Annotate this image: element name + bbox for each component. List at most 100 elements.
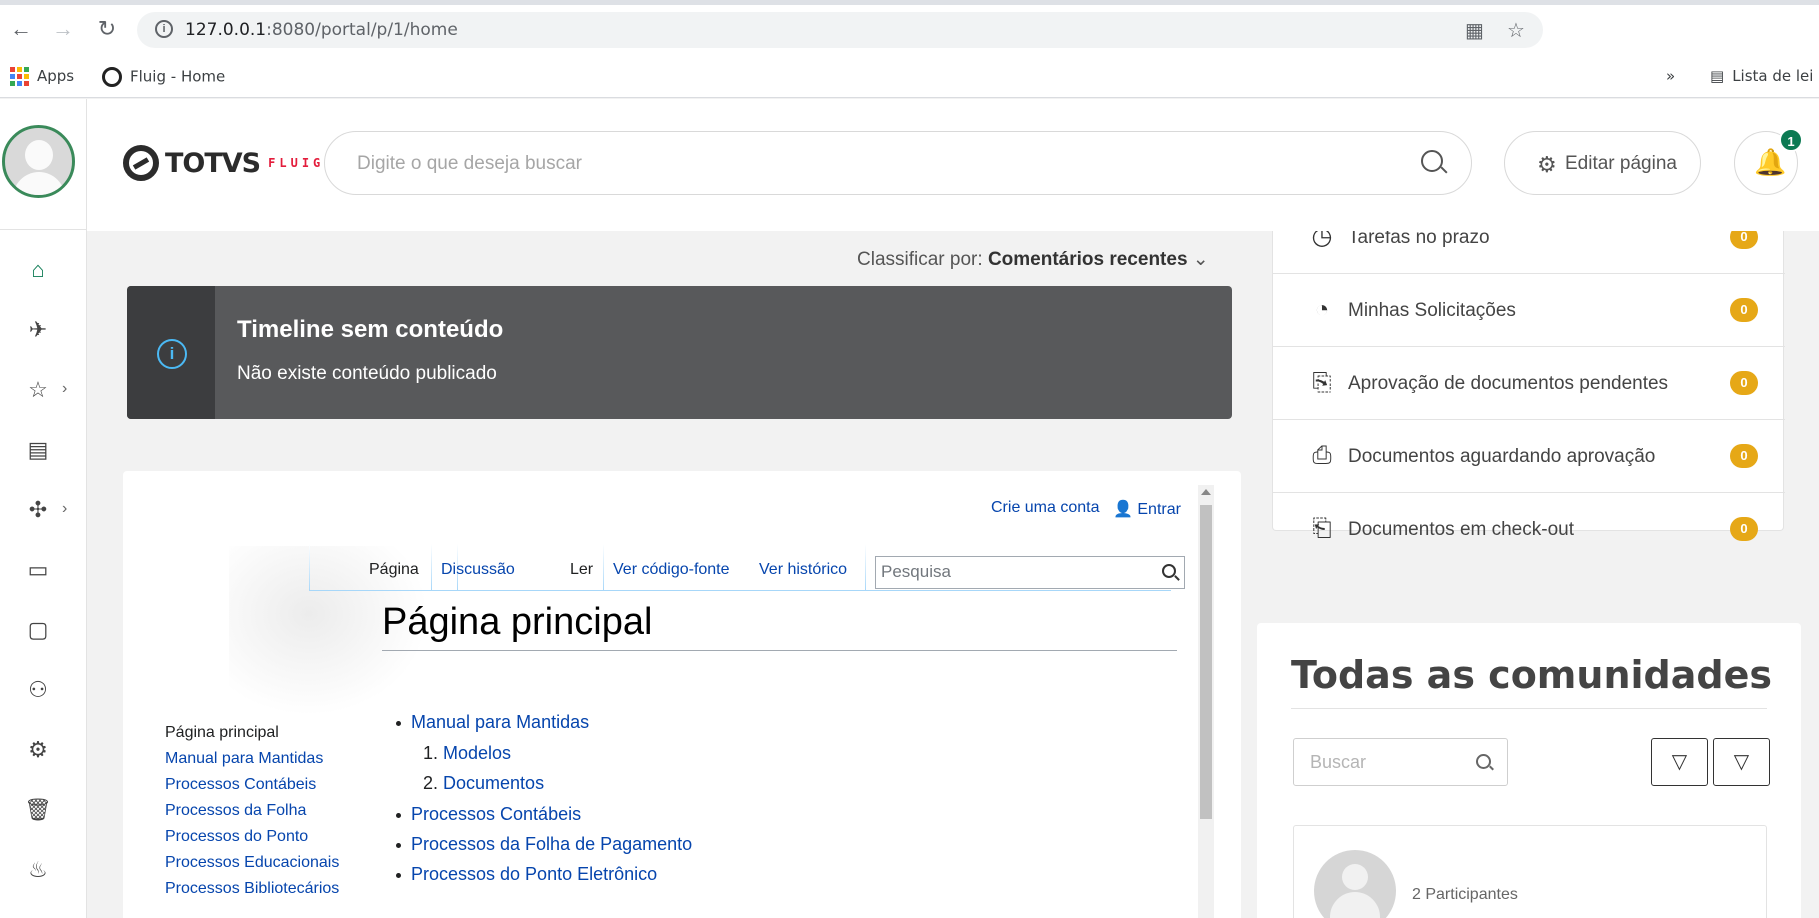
rocket-icon[interactable]: ✈	[24, 316, 52, 344]
back-icon[interactable]: ←	[8, 16, 34, 42]
scroll-up-arrow-icon[interactable]	[1201, 489, 1211, 495]
filter-button[interactable]: ▽	[1651, 738, 1708, 786]
wiki-search-input[interactable]: Pesquisa	[875, 556, 1185, 589]
task-label: Minhas Solicitações	[1348, 300, 1516, 321]
reload-icon[interactable]: ↻	[94, 16, 120, 42]
wiki-list-item[interactable]: Processos da Folha de Pagamento	[396, 834, 692, 855]
trash-icon[interactable]: 🗑	[24, 796, 52, 824]
site-info-icon[interactable]: i	[155, 20, 173, 38]
tab-separator	[431, 544, 432, 591]
forward-icon[interactable]: →	[50, 16, 76, 42]
app-header: TOTVS FLUIG Digite o que deseja buscar ⚙…	[87, 99, 1819, 231]
documents-icon[interactable]: ▤	[24, 436, 52, 464]
qr-code-icon[interactable]: ▦	[1465, 18, 1484, 43]
task-count-badge: 0	[1730, 444, 1758, 468]
browser-toolbar: ← → ↻ i 127.0.0.1:8080/portal/p/1/home ▦…	[0, 0, 1819, 58]
bookmark-star-icon[interactable]: ☆	[1507, 18, 1525, 43]
chevron-right-icon[interactable]: ›	[62, 380, 67, 398]
wiki-nav-payroll[interactable]: Processos da Folha	[165, 802, 306, 820]
address-bar[interactable]: i 127.0.0.1:8080/portal/p/1/home ▦ ☆	[137, 12, 1543, 48]
wiki-nav-accounting[interactable]: Processos Contábeis	[165, 776, 316, 794]
notifications-button[interactable]: 🔔 1	[1734, 128, 1803, 195]
wiki-sublist-item[interactable]: 1. Modelos	[423, 743, 511, 764]
logo-text: TOTVS	[165, 147, 261, 179]
bookmarks-bar: Apps Fluig - Home » ▤ Lista de lei	[0, 58, 1819, 98]
wiki-search-placeholder: Pesquisa	[881, 562, 951, 581]
timeline-empty-alert: i Timeline sem conteúdo Não existe conte…	[127, 286, 1232, 419]
edit-page-button[interactable]: ⚙ Editar página	[1504, 131, 1701, 195]
community-card[interactable]: 2 Participantes	[1293, 825, 1767, 918]
wiki-page-title: Página principal	[382, 601, 1177, 651]
global-search-input[interactable]: Digite o que deseja buscar	[324, 131, 1472, 195]
task-row-checkout[interactable]: ⎗ Documentos em check-out 0	[1273, 493, 1785, 566]
task-label: Documentos em check-out	[1348, 519, 1574, 540]
apps-grid-icon	[10, 67, 29, 86]
task-label: Documentos aguardando aprovação	[1348, 446, 1656, 467]
chevron-down-icon: ⌄	[1192, 249, 1209, 270]
edit-page-label: Editar página	[1565, 153, 1677, 174]
wiki-nav-manual[interactable]: Manual para Mantidas	[165, 750, 323, 768]
doc-lock-icon: ⎗	[1312, 515, 1332, 542]
tab-separator	[603, 544, 604, 591]
bookmark-apps[interactable]: Apps	[10, 67, 74, 86]
task-count-badge: 0	[1730, 231, 1758, 249]
login-link[interactable]: 👤 Entrar	[1113, 499, 1181, 519]
wiki-scrollbar[interactable]	[1198, 485, 1214, 918]
communities-title: Todas as comunidades	[1291, 653, 1772, 697]
wiki-nav-timeclock[interactable]: Processos do Ponto	[165, 828, 308, 846]
task-label: Tarefas no prazo	[1348, 231, 1490, 248]
presentation-icon[interactable]: ▭	[24, 556, 52, 584]
filter-button[interactable]: ▽	[1713, 738, 1770, 786]
search-icon[interactable]	[1476, 754, 1491, 769]
wiki-list-item[interactable]: Processos do Ponto Eletrônico	[396, 864, 657, 885]
wiki-list-item[interactable]: Manual para Mantidas	[396, 712, 589, 733]
left-sidebar: ⌂ ✈ ☆ › ▤ ✣ › ▭ ▢ ⚇ ⚙ 🗑 ♨	[0, 99, 87, 918]
tab-read[interactable]: Ler	[570, 561, 593, 579]
home-icon[interactable]: ⌂	[24, 256, 52, 284]
fire-icon[interactable]: ♨	[24, 856, 52, 884]
processes-icon[interactable]: ✣	[24, 496, 52, 524]
doc-user-icon: ⎙	[1312, 442, 1332, 469]
create-account-link[interactable]: Crie uma conta	[991, 499, 1100, 517]
settings-gear-icon[interactable]: ⚙	[24, 736, 52, 764]
communities-search-input[interactable]: Buscar	[1293, 738, 1508, 786]
search-icon[interactable]	[1162, 564, 1176, 578]
tab-discussion[interactable]: Discussão	[441, 561, 515, 579]
notification-badge: 1	[1779, 128, 1803, 152]
wiki-nav-main-page[interactable]: Página principal	[165, 724, 279, 742]
logo-subtext: FLUIG	[268, 156, 325, 170]
totvs-fluig-logo[interactable]: TOTVS FLUIG	[123, 143, 324, 183]
tab-view-source[interactable]: Ver código-fonte	[613, 561, 730, 579]
users-icon[interactable]: ⚇	[24, 676, 52, 704]
bookmark-fluig-home[interactable]: Fluig - Home	[102, 67, 225, 87]
task-row-pending-approval[interactable]: ⎘ Aprovação de documentos pendentes 0	[1273, 347, 1785, 420]
sort-dropdown[interactable]: Classificar por: Comentários recentes ⌄	[857, 248, 1209, 271]
chevron-right-icon[interactable]: ›	[62, 500, 67, 518]
task-label: Aprovação de documentos pendentes	[1348, 373, 1669, 394]
chat-icon[interactable]: ▢	[24, 616, 52, 644]
task-row-my-requests[interactable]: ◔ Minhas Solicitações 0	[1273, 274, 1785, 347]
user-avatar[interactable]	[2, 125, 75, 198]
community-avatar	[1314, 850, 1396, 918]
task-count-badge: 0	[1730, 517, 1758, 541]
task-row-on-time[interactable]: ◷ Tarefas no prazo 0	[1273, 231, 1785, 274]
scroll-thumb[interactable]	[1200, 505, 1212, 819]
task-count-badge: 0	[1730, 371, 1758, 395]
tab-history[interactable]: Ver histórico	[759, 561, 847, 579]
main-content: Classificar por: Comentários recentes ⌄ …	[87, 231, 1819, 918]
sort-label: Classificar por:	[857, 249, 983, 270]
task-row-awaiting-approval[interactable]: ⎙ Documentos aguardando aprovação 0	[1273, 420, 1785, 493]
favorites-star-icon[interactable]: ☆	[24, 376, 52, 404]
reading-list[interactable]: ▤ Lista de lei	[1710, 67, 1813, 85]
tab-strip	[0, 0, 1819, 5]
gear-icon: ⚙	[1537, 152, 1557, 177]
sidebar-divider	[0, 229, 87, 230]
bookmarks-overflow[interactable]: »	[1666, 67, 1675, 85]
wiki-nav-library[interactable]: Processos Bibliotecários	[165, 880, 339, 898]
wiki-list-item[interactable]: Processos Contábeis	[396, 804, 581, 825]
tab-page[interactable]: Página	[369, 561, 419, 579]
wiki-nav-education[interactable]: Processos Educacionais	[165, 854, 339, 872]
search-icon[interactable]	[1421, 150, 1443, 172]
wiki-sublist-item[interactable]: 2. Documentos	[423, 773, 544, 794]
bell-icon: 🔔	[1754, 147, 1787, 177]
